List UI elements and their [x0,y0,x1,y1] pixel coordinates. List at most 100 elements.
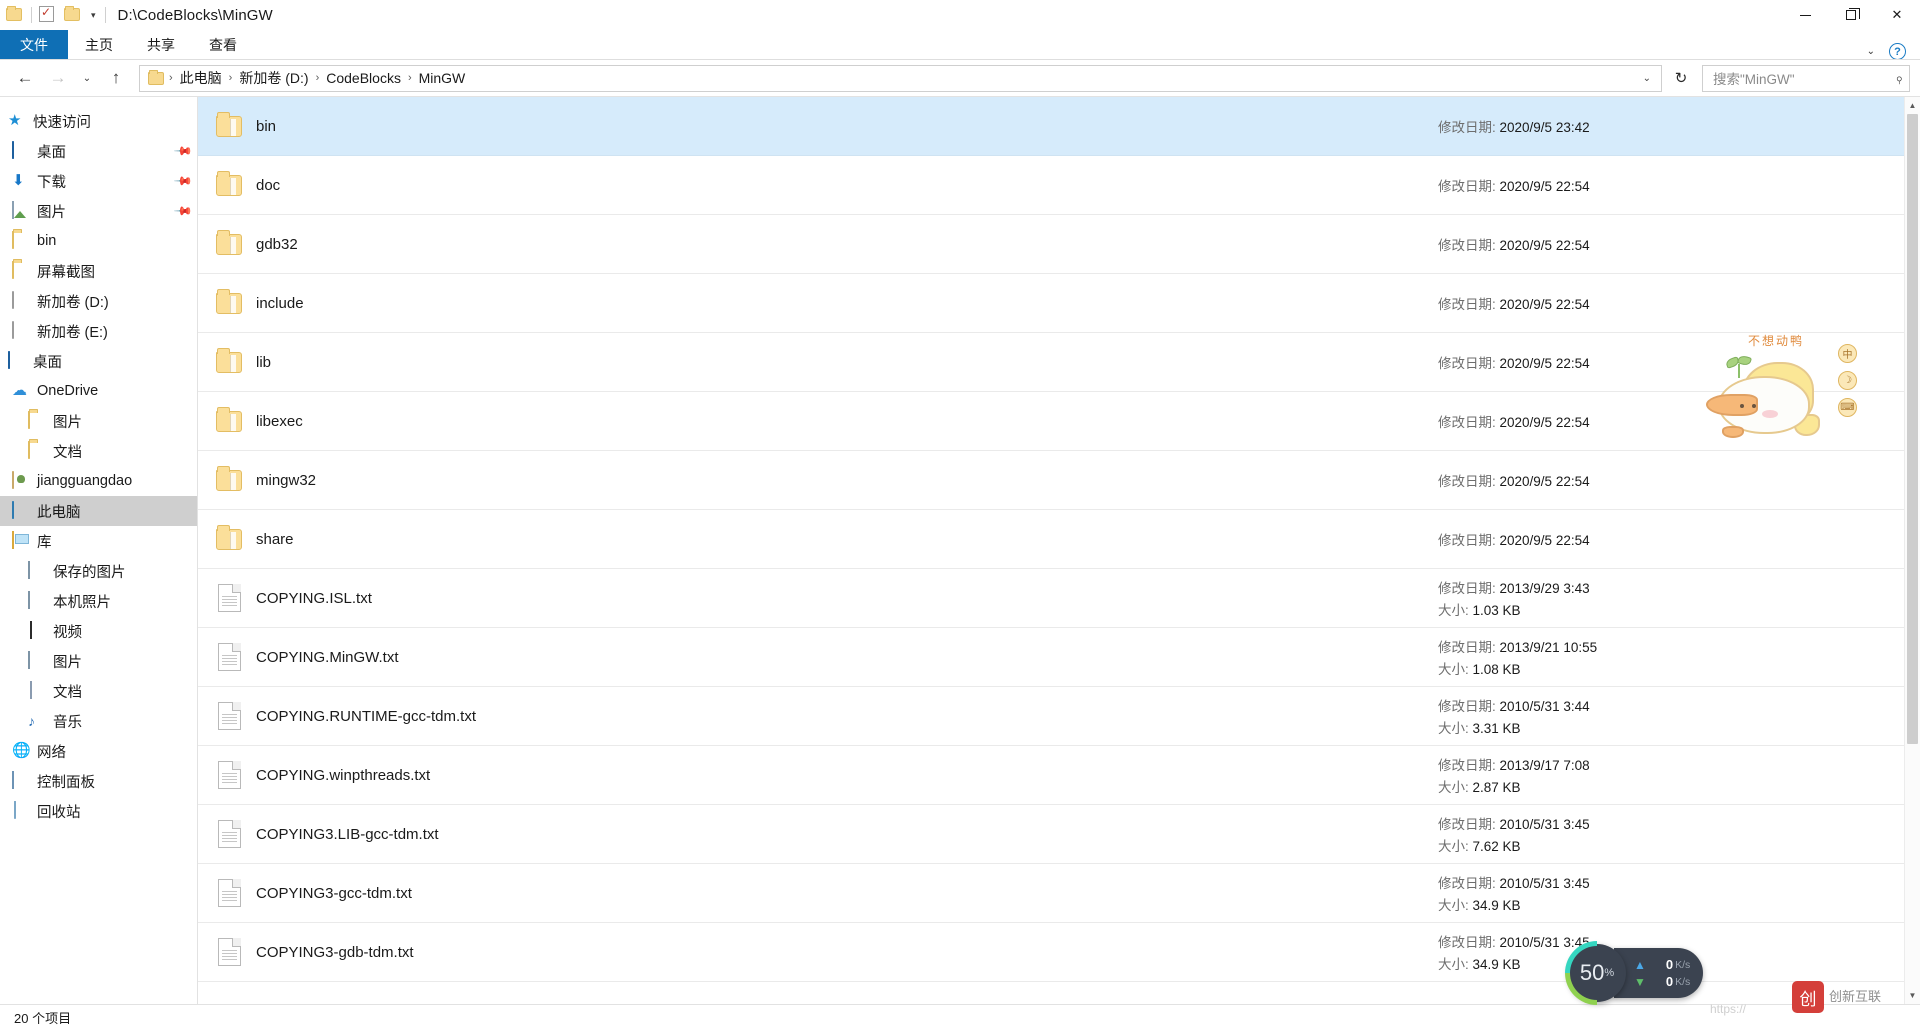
minimize-button[interactable] [1782,0,1828,30]
maximize-button[interactable] [1828,0,1874,30]
pin-icon[interactable]: 📌 [173,201,193,221]
tab-share[interactable]: 共享 [130,30,192,60]
sidebar-item-label: OneDrive [37,383,99,399]
file-row[interactable]: libexec 修改日期: 2020/9/5 22:54 [198,392,1904,451]
properties-icon[interactable] [39,5,57,24]
file-row[interactable]: mingw32 修改日期: 2020/9/5 22:54 [198,451,1904,510]
item-count-label: 20 个项目 [14,1011,72,1026]
toolbar-divider-2 [104,7,106,23]
ime-mascot-widget[interactable]: 不想动鸭 中 ☽ ⌨ [1700,334,1875,445]
sidebar-item-onedrive-pictures[interactable]: 图片 [0,406,197,436]
tab-file[interactable]: 文件 [0,30,68,60]
file-row[interactable]: COPYING.RUNTIME-gcc-tdm.txt 修改日期: 2010/5/… [198,687,1904,746]
navigation-pane[interactable]: ★ 快速访问 桌面 📌 ⬇ 下载 📌 图片 📌 bin 屏幕截图 新加卷 (D:… [0,97,197,1004]
up-button[interactable]: ↑ [101,63,131,93]
sidebar-item-saved-pictures[interactable]: 保存的图片 [0,556,197,586]
file-date: 修改日期: 2010/5/31 3:44 [1438,699,1590,714]
folder-icon[interactable] [6,6,24,24]
sidebar-item-local-photos[interactable]: 本机照片 [0,586,197,616]
back-button[interactable]: ← [10,63,40,93]
file-meta: 修改日期: 2020/9/5 22:54 [1434,293,1904,313]
sidebar-item-user[interactable]: jiangguangdao [0,466,197,496]
duck-cheek [1762,410,1778,418]
scroll-up-icon[interactable]: ▲ [1905,97,1920,114]
duck-icon[interactable] [1700,354,1828,440]
tab-home[interactable]: 主页 [68,30,130,60]
address-bar: ← → ⌄ ↑ › 此电脑 › 新加卷 (D:) › CodeBlocks › … [0,60,1920,97]
folder-icon [28,441,46,460]
sidebar-item-videos[interactable]: 视频 [0,616,197,646]
breadcrumb-item-this-pc[interactable]: 此电脑 [175,65,227,91]
sidebar-item-network[interactable]: 🌐 网络 [0,736,197,766]
file-row[interactable]: COPYING3-gcc-tdm.txt 修改日期: 2010/5/31 3:45… [198,864,1904,923]
sidebar-item-pictures[interactable]: 图片 📌 [0,196,197,226]
new-folder-icon[interactable] [64,6,82,24]
forward-button[interactable]: → [43,63,73,93]
file-row[interactable]: lib 修改日期: 2020/9/5 22:54 [198,333,1904,392]
scrollbar-thumb[interactable] [1907,114,1918,744]
refresh-button[interactable]: ↻ [1667,64,1695,92]
chevron-down-icon[interactable]: ▾ [89,10,98,21]
sidebar-item-libraries[interactable]: 库 [0,526,197,556]
file-row[interactable]: COPYING.ISL.txt 修改日期: 2013/9/29 3:43 大小: 1… [198,569,1904,628]
sidebar-item-label: jiangguangdao [37,473,133,489]
cpu-usage-ring[interactable]: 50 % [1565,941,1629,1005]
ime-mode-button[interactable]: ☽ [1838,371,1857,390]
file-row[interactable]: COPYING3.LIB-gcc-tdm.txt 修改日期: 2010/5/31 … [198,805,1904,864]
close-button[interactable]: ✕ [1874,0,1920,30]
brand-name: 创新互联 [1829,988,1882,1004]
sidebar-item-onedrive[interactable]: ☁ OneDrive [0,376,197,406]
chevron-down-icon[interactable]: ⌄ [1867,46,1875,57]
sidebar-item-pictures-lib[interactable]: 图片 [0,646,197,676]
monitor-icon [28,651,46,670]
breadcrumb[interactable]: › 此电脑 › 新加卷 (D:) › CodeBlocks › MinGW ⌄ [139,64,1662,92]
file-row[interactable]: include 修改日期: 2020/9/5 22:54 [198,274,1904,333]
pin-icon[interactable]: 📌 [173,171,193,191]
sidebar-item-recycle-bin[interactable]: 回收站 [0,796,197,826]
file-name: COPYING.MinGW.txt [256,648,399,666]
duck-foot [1722,426,1744,438]
file-row[interactable]: COPYING.winpthreads.txt 修改日期: 2013/9/17 7… [198,746,1904,805]
text-file-icon [212,702,246,730]
file-name: COPYING3.LIB-gcc-tdm.txt [256,825,439,843]
sidebar-item-onedrive-documents[interactable]: 文档 [0,436,197,466]
network-speed-widget[interactable]: 50 % ▲ 0 K/s ▼ 0 K/s [1565,941,1716,1005]
text-file-icon [212,643,246,671]
recent-locations-icon[interactable]: ⌄ [76,63,98,93]
sidebar-item-bin[interactable]: bin [0,226,197,256]
file-list[interactable]: bin 修改日期: 2020/9/5 23:42 doc 修改日期: 2020/9/5… [198,97,1904,1004]
sidebar-item-screenshots[interactable]: 屏幕截图 [0,256,197,286]
ime-keyboard-button[interactable]: ⌨ [1838,398,1857,417]
breadcrumb-item-drive-d[interactable]: 新加卷 (D:) [234,65,313,91]
sidebar-item-documents-lib[interactable]: 文档 [0,676,197,706]
scroll-down-icon[interactable]: ▼ [1905,987,1920,1004]
search-input[interactable]: 搜索"MinGW" [1713,68,1895,88]
sidebar-item-downloads[interactable]: ⬇ 下载 📌 [0,166,197,196]
breadcrumb-item-mingw[interactable]: MinGW [414,67,471,89]
sidebar-item-control-panel[interactable]: 控制面板 [0,766,197,796]
sidebar-item-music[interactable]: ♪ 音乐 [0,706,197,736]
file-row[interactable]: gdb32 修改日期: 2020/9/5 22:54 [198,215,1904,274]
file-row[interactable]: bin 修改日期: 2020/9/5 23:42 [198,97,1904,156]
arrow-up-icon: ▲ [1634,957,1646,972]
help-icon[interactable]: ? [1889,43,1906,60]
chevron-down-icon[interactable]: ⌄ [1637,73,1657,84]
file-row[interactable]: COPYING.MinGW.txt 修改日期: 2013/9/21 10:55 大小… [198,628,1904,687]
sidebar-item-drive-e[interactable]: 新加卷 (E:) [0,316,197,346]
file-meta: 修改日期: 2020/9/5 22:54 [1434,175,1904,195]
sidebar-item-drive-d[interactable]: 新加卷 (D:) [0,286,197,316]
recycle-bin-icon [12,801,30,820]
file-row[interactable]: doc 修改日期: 2020/9/5 22:54 [198,156,1904,215]
tab-view[interactable]: 查看 [192,30,254,60]
watermark-url: https:// [1710,1002,1747,1016]
sidebar-item-desktop[interactable]: 桌面 📌 [0,136,197,166]
pin-icon[interactable]: 📌 [173,141,193,161]
sidebar-item-this-pc[interactable]: 此电脑 [0,496,197,526]
ime-language-button[interactable]: 中 [1838,344,1857,363]
sidebar-group-quick-access[interactable]: ★ 快速访问 [0,106,197,136]
breadcrumb-item-codeblocks[interactable]: CodeBlocks [321,67,406,89]
file-row[interactable]: share 修改日期: 2020/9/5 22:54 [198,510,1904,569]
vertical-scrollbar[interactable]: ▲ ▼ [1904,97,1920,1004]
sidebar-group-desktop[interactable]: 桌面 [0,346,197,376]
search-box[interactable]: 搜索"MinGW" ⌕ [1702,64,1910,92]
